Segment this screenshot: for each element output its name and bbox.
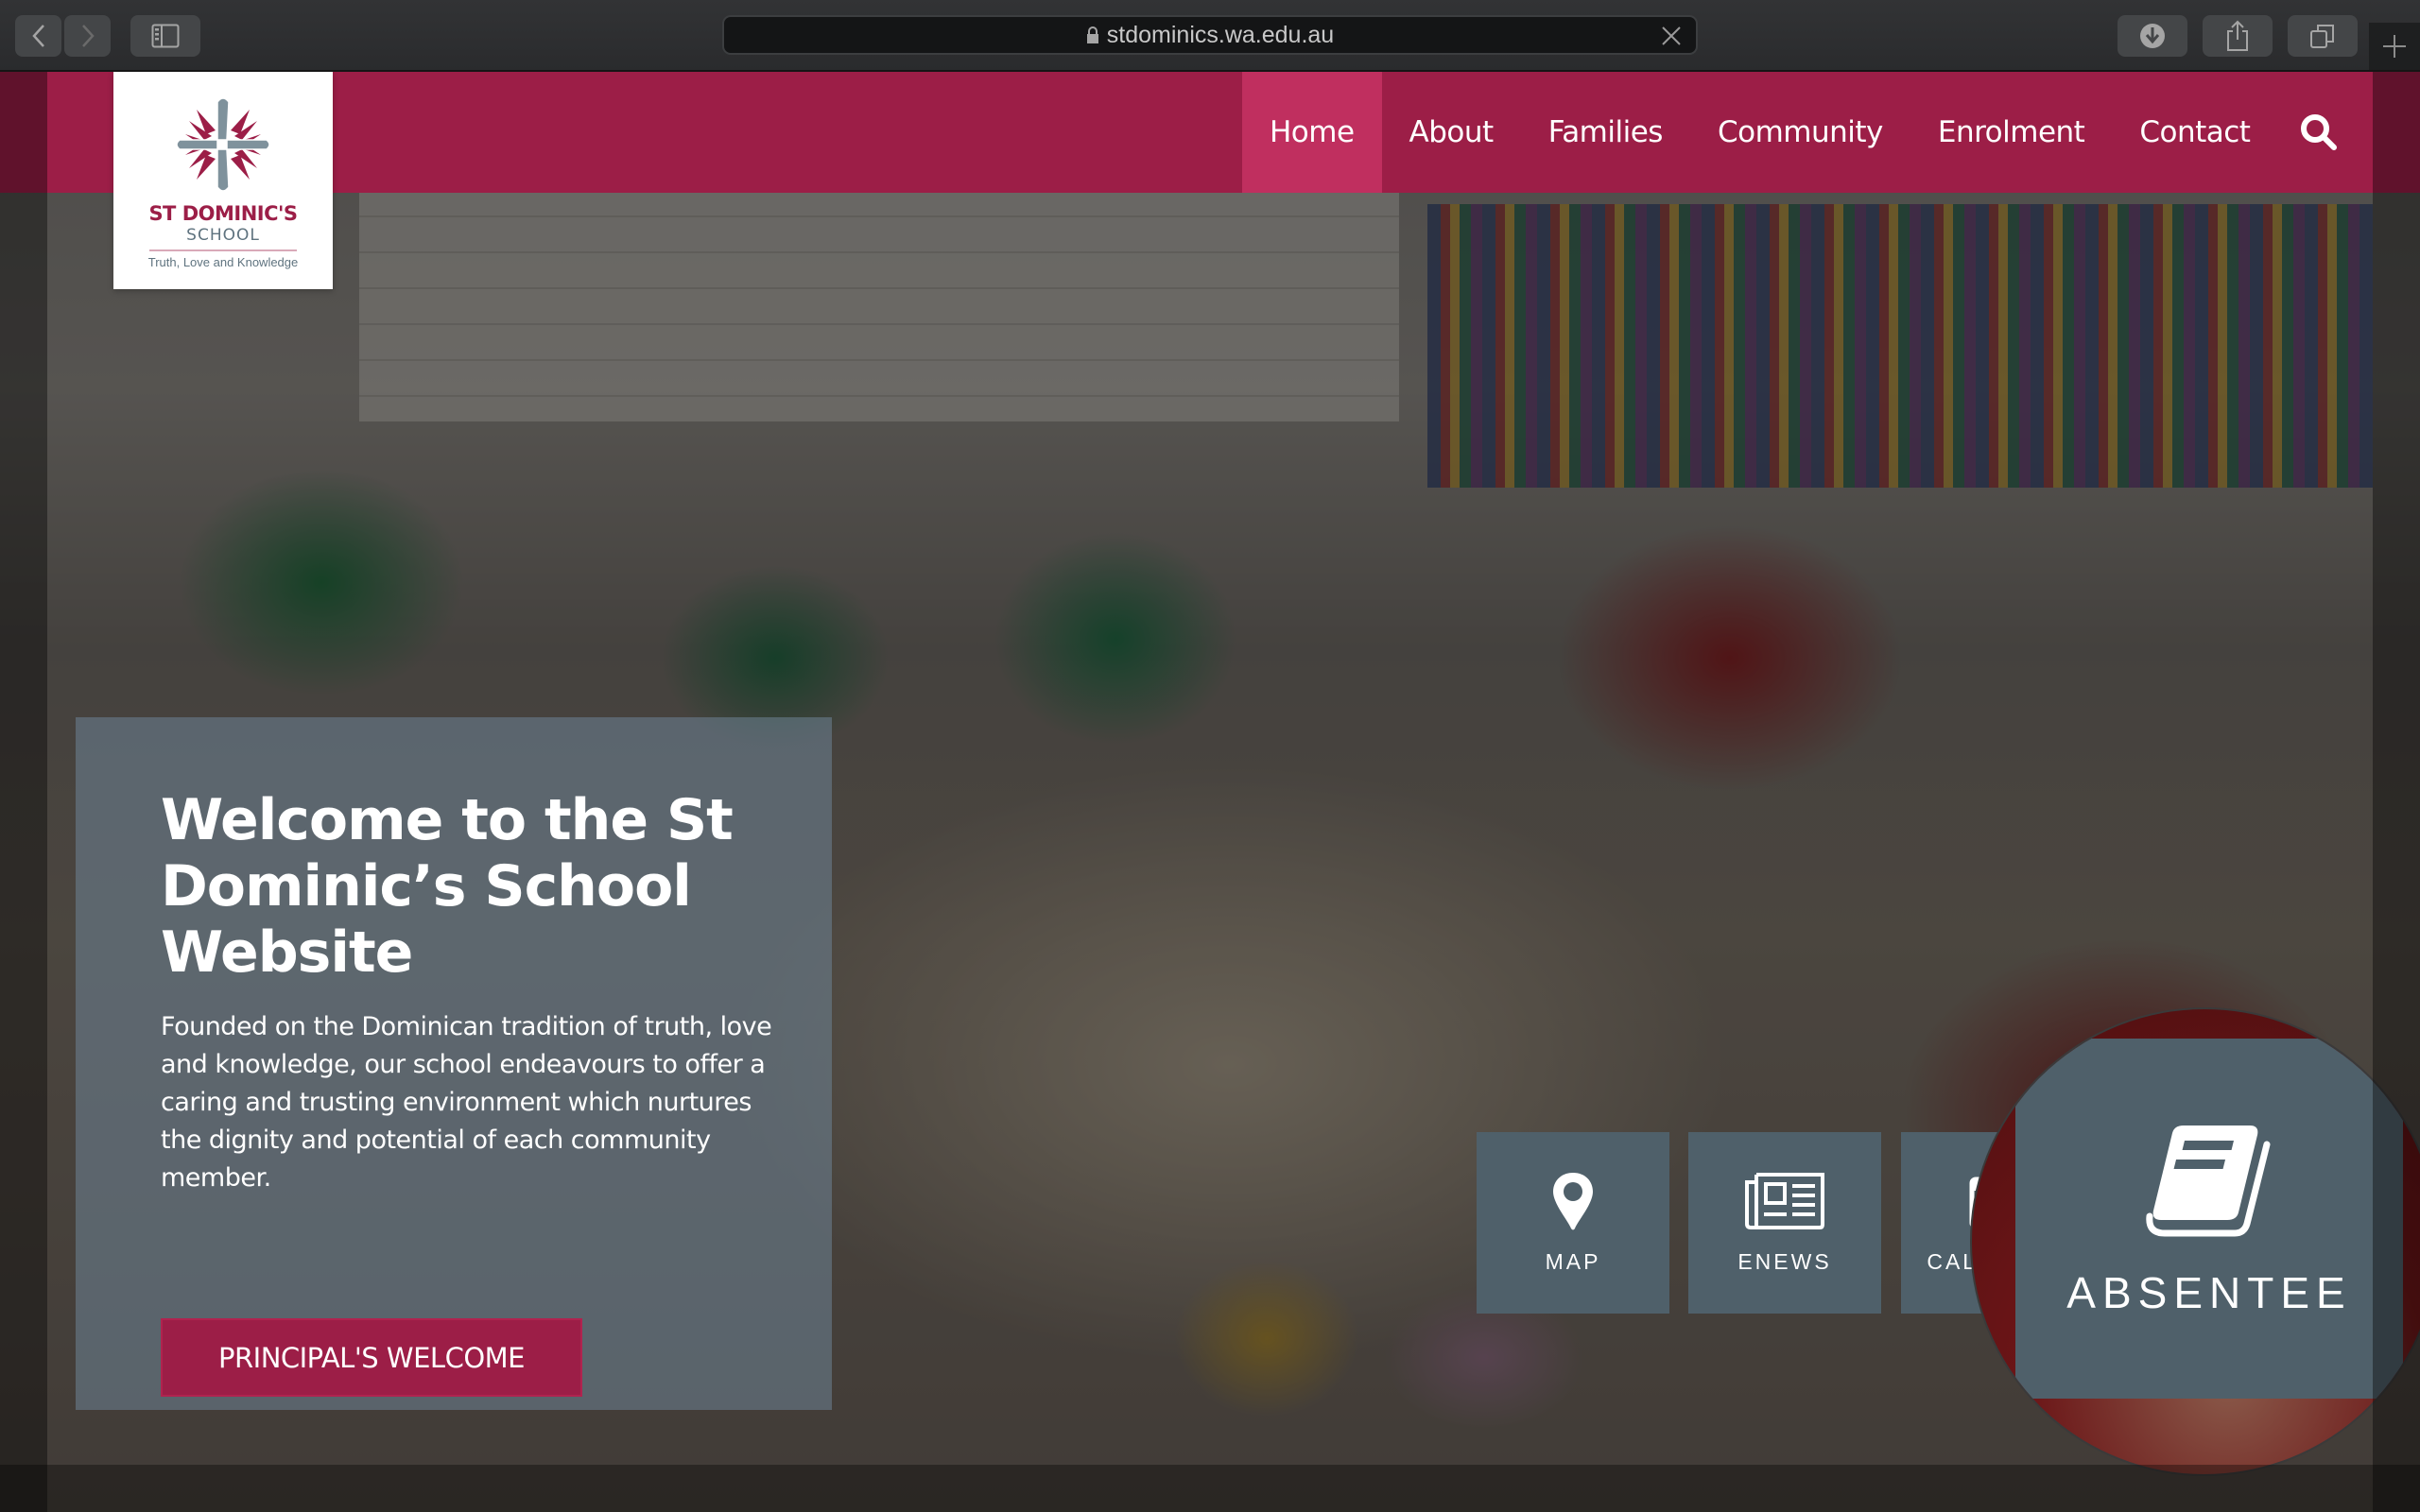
logo-motto: Truth, Love and Knowledge — [147, 255, 299, 269]
quick-link-absentee[interactable]: ABSENTEE — [2015, 1039, 2403, 1399]
magnifier-lens: ABSENTEE — [1970, 1007, 2420, 1476]
nav-families[interactable]: Families — [1521, 72, 1690, 193]
download-icon — [2140, 24, 2165, 48]
quick-link-label: ENEWS — [1737, 1249, 1832, 1274]
address-bar[interactable]: stdominics.wa.edu.au — [722, 15, 1698, 55]
nav-community[interactable]: Community — [1690, 72, 1910, 193]
logo-school-name: ST DOMINIC'S — [148, 202, 298, 225]
tabs-icon — [2310, 25, 2334, 48]
web-page: Home About Families Community Enrolment … — [0, 72, 2420, 1512]
lock-icon — [1086, 26, 1098, 43]
welcome-title: Welcome to the St Dominic’s School Websi… — [161, 787, 734, 986]
chevron-left-icon — [31, 25, 44, 47]
page-edge-shade-left — [0, 72, 47, 1512]
downloads-button[interactable] — [2118, 15, 2187, 57]
nav-contact[interactable]: Contact — [2112, 72, 2277, 193]
share-button[interactable] — [2203, 15, 2273, 57]
principals-welcome-button[interactable]: PRINCIPAL'S WELCOME — [161, 1318, 582, 1397]
plus-icon — [2383, 35, 2406, 58]
book-icon — [2146, 1125, 2271, 1237]
site-header: Home About Families Community Enrolment … — [0, 72, 2420, 193]
nav-about[interactable]: About — [1382, 72, 1521, 193]
cross-emblem-icon — [176, 97, 270, 192]
forward-button[interactable] — [64, 15, 111, 57]
share-icon — [2227, 20, 2248, 51]
hero-photo-bookshelf — [1427, 204, 2373, 488]
url-text: stdominics.wa.edu.au — [1106, 21, 1335, 48]
sidebar-icon — [151, 24, 180, 48]
search-button[interactable] — [2277, 72, 2364, 193]
quick-link-label: ABSENTEE — [2066, 1268, 2352, 1317]
main-nav: Home About Families Community Enrolment … — [1242, 72, 2364, 193]
school-logo[interactable]: ST DOMINIC'S SCHOOL Truth, Love and Know… — [113, 72, 333, 289]
quick-link-map[interactable]: MAP — [1477, 1132, 1669, 1314]
nav-home[interactable]: Home — [1242, 72, 1382, 193]
welcome-text: Founded on the Dominican tradition of tr… — [161, 1012, 772, 1193]
quick-link-enews[interactable]: ENEWS — [1688, 1132, 1881, 1314]
logo-school-word: SCHOOL — [186, 226, 260, 245]
chevron-right-icon — [81, 25, 95, 47]
newspaper-icon — [1745, 1173, 1824, 1229]
back-button[interactable] — [15, 15, 61, 57]
map-pin-icon — [1553, 1173, 1593, 1230]
browser-toolbar: stdominics.wa.edu.au — [0, 0, 2420, 72]
sidebar-button[interactable] — [130, 15, 200, 57]
page-edge-shade-bottom — [0, 1465, 2420, 1512]
quick-link-label: MAP — [1545, 1249, 1601, 1274]
logo-divider — [149, 249, 297, 251]
welcome-panel: Welcome to the St Dominic’s School Websi… — [76, 717, 832, 1410]
nav-enrolment[interactable]: Enrolment — [1910, 72, 2112, 193]
search-icon — [2301, 114, 2338, 150]
page-edge-shade-right — [2373, 72, 2420, 1512]
tabs-overview-button[interactable] — [2288, 15, 2358, 57]
close-icon[interactable] — [1660, 25, 1683, 47]
new-tab-button[interactable] — [2369, 23, 2420, 70]
